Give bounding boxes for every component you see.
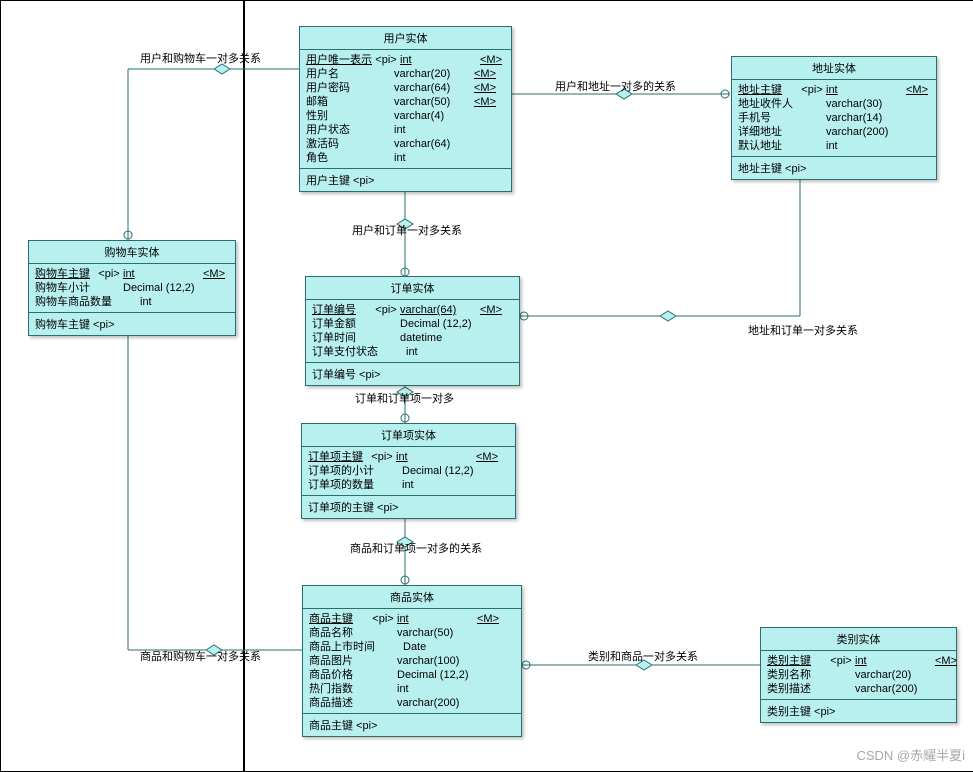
attribute-row: 类别主键<pi>int<M>: [767, 654, 950, 668]
attribute-row: 默认地址int: [738, 139, 930, 153]
attribute-row: 手机号varchar(14): [738, 111, 930, 125]
attribute-row: 用户唯一表示<pi>int<M>: [306, 53, 505, 67]
entity-foot: 订单项的主键 <pi>: [302, 496, 515, 518]
attribute-row: 邮箱varchar(50)<M>: [306, 95, 505, 109]
entity-title: 购物车实体: [29, 241, 235, 264]
attribute-row: 订单项的小计Decimal (12,2): [308, 464, 509, 478]
entity-foot: 用户主键 <pi>: [300, 169, 511, 191]
attribute-row: 用户密码varchar(64)<M>: [306, 81, 505, 95]
entity-body: 订单项主键<pi>int<M>订单项的小计Decimal (12,2)订单项的数…: [302, 447, 515, 496]
attribute-row: 类别描述varchar(200): [767, 682, 950, 696]
attribute-row: 地址主键<pi>int<M>: [738, 83, 930, 97]
attribute-row: 订单编号<pi>varchar(64)<M>: [312, 303, 513, 317]
attribute-row: 用户名varchar(20)<M>: [306, 67, 505, 81]
entity-product: 商品实体 商品主键<pi>int<M>商品名称varchar(50)商品上市时间…: [302, 585, 522, 737]
attribute-row: 订单金额Decimal (12,2): [312, 317, 513, 331]
attribute-row: 商品描述varchar(200): [309, 696, 515, 710]
attribute-row: 角色int: [306, 151, 505, 165]
entity-address: 地址实体 地址主键<pi>int<M>地址收件人varchar(30)手机号va…: [731, 56, 937, 180]
attribute-row: 商品名称varchar(50): [309, 626, 515, 640]
entity-user: 用户实体 用户唯一表示<pi>int<M>用户名varchar(20)<M>用户…: [299, 26, 512, 192]
entity-body: 商品主键<pi>int<M>商品名称varchar(50)商品上市时间Date商…: [303, 609, 521, 714]
entity-title: 订单实体: [306, 277, 519, 300]
entity-cart: 购物车实体 购物车主键<pi>int<M>购物车小计Decimal (12,2)…: [28, 240, 236, 336]
entity-foot: 地址主键 <pi>: [732, 157, 936, 179]
attribute-row: 订单项的数量int: [308, 478, 509, 492]
entity-orderitem: 订单项实体 订单项主键<pi>int<M>订单项的小计Decimal (12,2…: [301, 423, 516, 519]
entity-foot: 购物车主键 <pi>: [29, 313, 235, 335]
attribute-row: 商品图片varchar(100): [309, 654, 515, 668]
attribute-row: 性别varchar(4): [306, 109, 505, 123]
attribute-row: 地址收件人varchar(30): [738, 97, 930, 111]
attribute-row: 用户状态int: [306, 123, 505, 137]
entity-body: 地址主键<pi>int<M>地址收件人varchar(30)手机号varchar…: [732, 80, 936, 157]
entity-title: 商品实体: [303, 586, 521, 609]
attribute-row: 热门指数int: [309, 682, 515, 696]
entity-category: 类别实体 类别主键<pi>int<M>类别名称varchar(20)类别描述va…: [760, 627, 957, 723]
attribute-row: 激活码varchar(64): [306, 137, 505, 151]
entity-title: 类别实体: [761, 628, 956, 651]
rel-user-order: 用户和订单一对多关系: [352, 222, 462, 238]
entity-foot: 类别主键 <pi>: [761, 700, 956, 722]
entity-title: 用户实体: [300, 27, 511, 50]
rel-category-product: 类别和商品一对多关系: [588, 648, 698, 664]
rel-product-item: 商品和订单项一对多的关系: [350, 540, 482, 556]
rel-address-order: 地址和订单一对多关系: [748, 322, 858, 338]
attribute-row: 购物车主键<pi>int<M>: [35, 267, 229, 281]
attribute-row: 商品主键<pi>int<M>: [309, 612, 515, 626]
rel-order-item: 订单和订单项一对多: [355, 390, 454, 406]
attribute-row: 详细地址varchar(200): [738, 125, 930, 139]
entity-foot: 商品主键 <pi>: [303, 714, 521, 736]
entity-title: 订单项实体: [302, 424, 515, 447]
entity-body: 订单编号<pi>varchar(64)<M>订单金额Decimal (12,2)…: [306, 300, 519, 363]
entity-foot: 订单编号 <pi>: [306, 363, 519, 385]
rel-user-address: 用户和地址一对多的关系: [555, 78, 676, 94]
entity-body: 购物车主键<pi>int<M>购物车小计Decimal (12,2)购物车商品数…: [29, 264, 235, 313]
attribute-row: 购物车小计Decimal (12,2): [35, 281, 229, 295]
attribute-row: 订单项主键<pi>int<M>: [308, 450, 509, 464]
entity-order: 订单实体 订单编号<pi>varchar(64)<M>订单金额Decimal (…: [305, 276, 520, 386]
entity-title: 地址实体: [732, 57, 936, 80]
rel-user-cart: 用户和购物车一对多关系: [140, 50, 261, 66]
entity-body: 用户唯一表示<pi>int<M>用户名varchar(20)<M>用户密码var…: [300, 50, 511, 169]
rel-product-cart: 商品和购物车一对多关系: [140, 648, 261, 664]
attribute-row: 类别名称varchar(20): [767, 668, 950, 682]
attribute-row: 购物车商品数量int: [35, 295, 229, 309]
attribute-row: 订单时间datetime: [312, 331, 513, 345]
entity-body: 类别主键<pi>int<M>类别名称varchar(20)类别描述varchar…: [761, 651, 956, 700]
watermark: CSDN @赤耀半夏i: [856, 745, 965, 764]
attribute-row: 商品价格Decimal (12,2): [309, 668, 515, 682]
attribute-row: 商品上市时间Date: [309, 640, 515, 654]
attribute-row: 订单支付状态int: [312, 345, 513, 359]
